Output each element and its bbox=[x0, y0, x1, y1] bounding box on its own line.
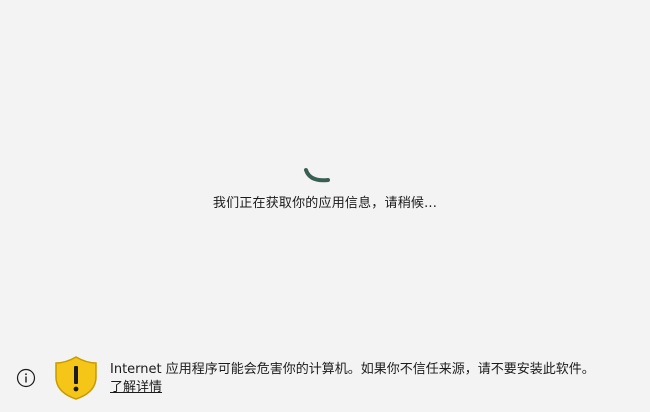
learn-more-link[interactable]: 了解详情 bbox=[110, 379, 162, 397]
security-warning-footer: Internet 应用程序可能会危害你的计算机。如果你不信任来源，请不要安装此软… bbox=[0, 350, 650, 412]
loading-message: 我们正在获取你的应用信息，请稍候... bbox=[212, 196, 438, 211]
security-warning-text: Internet 应用程序可能会危害你的计算机。如果你不信任来源，请不要安装此软… bbox=[110, 362, 595, 377]
info-icon[interactable] bbox=[16, 368, 36, 388]
app-installer-window: 我们正在获取你的应用信息，请稍候... Internet 应用程序可能会危害你的… bbox=[0, 0, 650, 412]
warning-shield-icon bbox=[55, 356, 97, 400]
loading-spinner-icon bbox=[304, 168, 330, 183]
